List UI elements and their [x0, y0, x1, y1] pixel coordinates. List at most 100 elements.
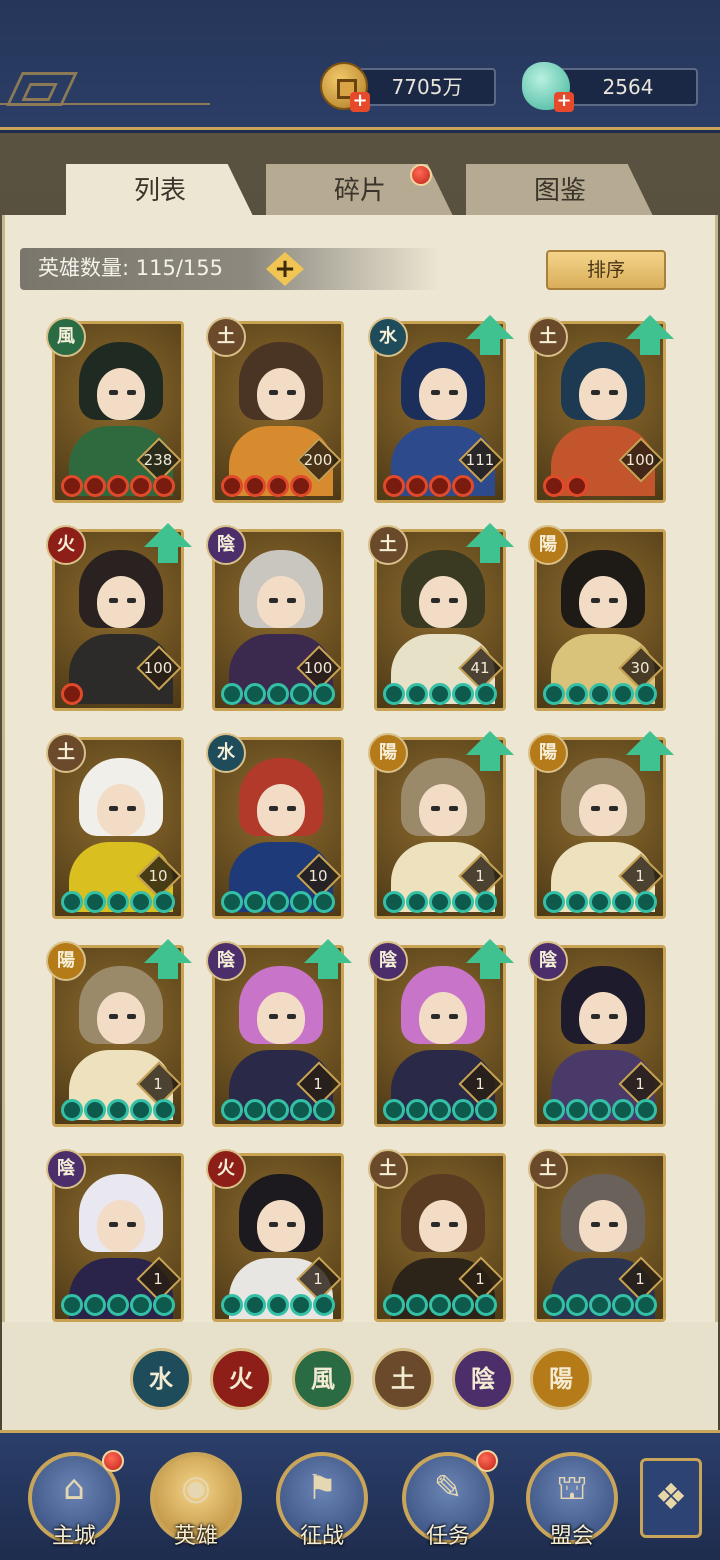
star-rating — [221, 475, 312, 497]
star-icon — [313, 1099, 335, 1121]
star-icon — [475, 1294, 497, 1316]
star-icon — [406, 1099, 428, 1121]
element-badge: 陽 — [46, 941, 86, 981]
hero-level: 10 — [148, 867, 168, 885]
nav-label: 征战 — [299, 1524, 344, 1549]
star-icon — [429, 683, 451, 705]
hero-level: 1 — [635, 1270, 645, 1288]
star-rating — [61, 1099, 175, 1121]
element-badge: 陰 — [528, 941, 568, 981]
tab-codex[interactable]: 图鉴 — [466, 164, 654, 218]
star-icon — [612, 1099, 634, 1121]
hero-level: 1 — [475, 1075, 485, 1093]
star-icon — [406, 683, 428, 705]
hero-level: 1 — [475, 1270, 485, 1288]
star-icon — [589, 683, 611, 705]
star-rating — [61, 1294, 175, 1316]
upgrade-arrow-icon — [466, 315, 514, 355]
star-icon — [589, 891, 611, 913]
element-filter-button[interactable]: 水 — [130, 1348, 192, 1410]
element-filter-button[interactable]: 陰 — [452, 1348, 514, 1410]
star-icon — [313, 891, 335, 913]
star-icon — [383, 891, 405, 913]
star-icon — [153, 475, 175, 497]
nav-icon: ✎ — [433, 1468, 463, 1508]
star-icon — [61, 683, 83, 705]
hero-level: 1 — [635, 1075, 645, 1093]
add-coins-button[interactable]: + — [350, 92, 370, 112]
hero-count-label: 英雄数量: 115/155 — [38, 256, 223, 280]
decorative-knot-icon — [6, 72, 78, 106]
hero-level: 41 — [470, 659, 490, 677]
star-rating — [61, 683, 83, 705]
hero-level: 1 — [635, 867, 645, 885]
element-filter-button[interactable]: 陽 — [530, 1348, 592, 1410]
star-icon — [61, 891, 83, 913]
star-rating — [543, 1294, 657, 1316]
sort-button[interactable]: 排序 — [546, 250, 666, 290]
add-jade-button[interactable]: + — [554, 92, 574, 112]
more-menu-button[interactable]: ❖ — [640, 1458, 702, 1538]
star-rating — [221, 891, 335, 913]
element-badge: 土 — [368, 1149, 408, 1189]
star-icon — [130, 1294, 152, 1316]
element-badge: 火 — [46, 525, 86, 565]
star-rating — [383, 1099, 497, 1121]
element-filter-button[interactable]: 風 — [292, 1348, 354, 1410]
hero-level: 10 — [308, 867, 328, 885]
hero-level: 100 — [303, 659, 333, 677]
star-icon — [107, 1099, 129, 1121]
star-icon — [635, 1099, 657, 1121]
hero-level: 1 — [153, 1270, 163, 1288]
star-icon — [267, 1099, 289, 1121]
star-icon — [244, 891, 266, 913]
star-rating — [383, 475, 474, 497]
hero-level: 100 — [625, 451, 655, 469]
star-icon — [475, 1099, 497, 1121]
star-icon — [290, 683, 312, 705]
upgrade-arrow-icon — [626, 315, 674, 355]
hero-level: 100 — [143, 659, 173, 677]
star-icon — [566, 1294, 588, 1316]
jade-balance: 2564 — [558, 68, 698, 106]
star-icon — [475, 683, 497, 705]
star-icon — [221, 1099, 243, 1121]
star-icon — [475, 891, 497, 913]
star-icon — [589, 1099, 611, 1121]
star-icon — [290, 1099, 312, 1121]
upgrade-arrow-icon — [144, 523, 192, 563]
element-filter-button[interactable]: 火 — [210, 1348, 272, 1410]
hero-level: 30 — [630, 659, 650, 677]
nav-icon: ⌂ — [63, 1468, 85, 1508]
star-icon — [452, 1294, 474, 1316]
star-icon — [61, 475, 83, 497]
star-icon — [267, 1294, 289, 1316]
nav-label: 英雄 — [173, 1524, 218, 1549]
star-icon — [153, 1099, 175, 1121]
star-icon — [543, 1294, 565, 1316]
decorative-line — [0, 103, 210, 105]
star-icon — [543, 891, 565, 913]
element-filter-button[interactable]: 土 — [372, 1348, 434, 1410]
star-icon — [130, 1099, 152, 1121]
star-icon — [452, 475, 474, 497]
star-icon — [313, 1294, 335, 1316]
star-icon — [406, 1294, 428, 1316]
star-icon — [244, 1099, 266, 1121]
star-rating — [383, 1294, 497, 1316]
tab-list[interactable]: 列表 — [66, 164, 254, 218]
nav-label: 任务 — [425, 1524, 470, 1549]
nav-label: 盟会 — [549, 1524, 594, 1549]
star-rating — [61, 475, 175, 497]
star-icon — [84, 1294, 106, 1316]
star-icon — [429, 1099, 451, 1121]
star-icon — [221, 1294, 243, 1316]
star-icon — [107, 475, 129, 497]
star-icon — [107, 891, 129, 913]
star-icon — [383, 683, 405, 705]
star-rating — [61, 891, 175, 913]
star-icon — [84, 475, 106, 497]
upgrade-arrow-icon — [466, 731, 514, 771]
star-icon — [383, 475, 405, 497]
element-badge: 陽 — [528, 733, 568, 773]
